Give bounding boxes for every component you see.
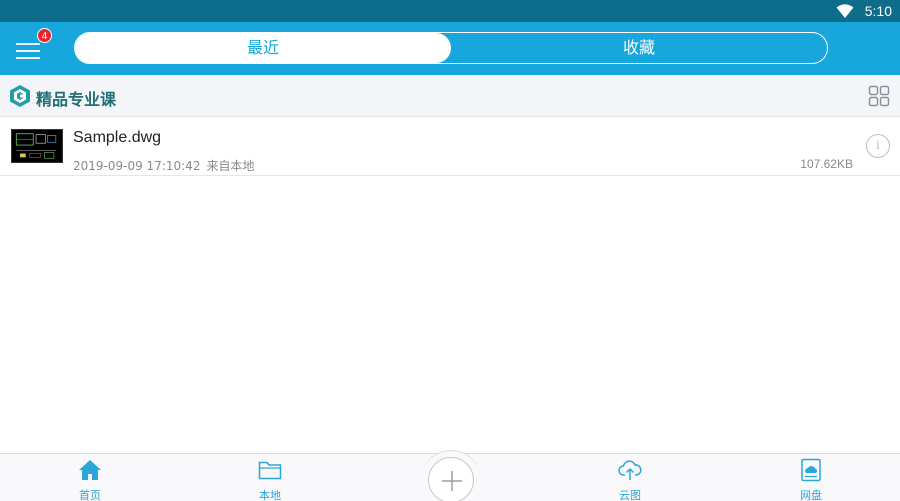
status-bar: 5:10 — [0, 0, 900, 22]
app-screen: 5:10 4 最近 收藏 精品专业课 Sample.dwg 2019-09-09… — [0, 0, 900, 501]
tab-recent[interactable]: 最近 — [75, 33, 451, 63]
section-header: 精品专业课 — [0, 75, 900, 117]
file-source: 来自本地 — [206, 159, 255, 173]
nav-item-home[interactable]: 首页 — [50, 454, 130, 501]
add-button[interactable] — [428, 457, 474, 501]
status-time: 5:10 — [864, 3, 892, 19]
plus-icon — [442, 471, 462, 491]
app-bar: 4 最近 收藏 — [0, 22, 900, 75]
nav-item-local[interactable]: 本地 — [230, 454, 310, 501]
file-list-item[interactable]: Sample.dwg 2019-09-09 17:10:42 来自本地 107.6… — [0, 118, 900, 176]
nav-label-home: 首页 — [79, 489, 101, 501]
nav-label-cloud-drive: 网盘 — [800, 489, 822, 501]
home-icon — [79, 460, 101, 480]
nav-item-cloud-drawing[interactable]: 云图 — [590, 454, 670, 501]
cloud-drive-icon — [801, 458, 821, 482]
tab-favorites[interactable]: 收藏 — [451, 33, 827, 63]
section-title: 精品专业课 — [36, 90, 117, 109]
file-date: 2019-09-09 17:10:42 — [73, 159, 201, 173]
recent-favorites-segmented-control: 最近 收藏 — [74, 32, 828, 64]
nav-label-local: 本地 — [259, 489, 281, 501]
nav-item-cloud-drive[interactable]: 网盘 — [771, 454, 851, 501]
folder-icon — [258, 461, 282, 480]
file-meta: 2019-09-09 17:10:42 来自本地 — [73, 157, 254, 174]
brand-logo-icon — [10, 85, 30, 107]
file-name: Sample.dwg — [73, 129, 162, 146]
info-icon[interactable]: i — [866, 134, 890, 158]
cloud-upload-icon — [618, 460, 642, 480]
nav-label-cloud-drawing: 云图 — [619, 489, 641, 501]
file-size: 107.62KB — [800, 157, 853, 171]
grid-view-icon[interactable] — [868, 85, 890, 107]
wifi-icon — [836, 4, 854, 18]
dwg-thumbnail-icon — [11, 129, 63, 163]
notification-badge: 4 — [37, 28, 52, 43]
